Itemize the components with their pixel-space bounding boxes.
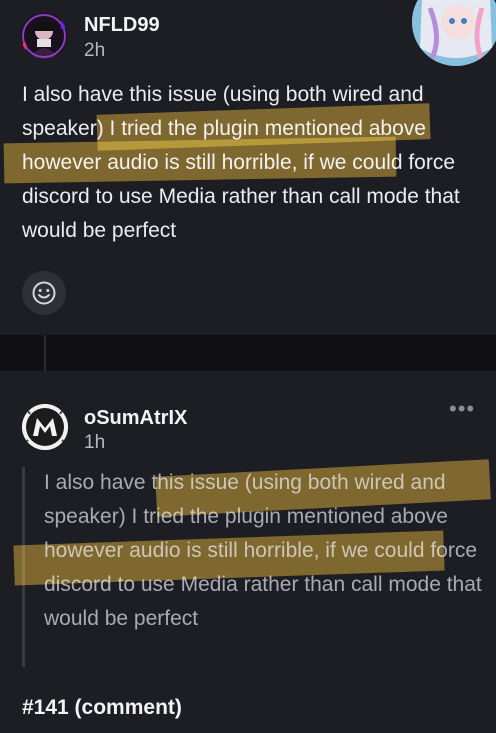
avatar[interactable] xyxy=(412,0,496,66)
add-reaction-button[interactable] xyxy=(22,271,66,315)
smile-icon xyxy=(32,281,56,305)
avatar[interactable] xyxy=(21,13,67,59)
quoted-text: I also have this issue (using both wired… xyxy=(44,471,482,630)
timeline-line xyxy=(44,335,46,371)
thread-separator xyxy=(0,335,496,371)
timestamp: 1h xyxy=(84,432,106,453)
username[interactable]: oSumAtrIX xyxy=(84,407,187,430)
username[interactable]: NFLD99 xyxy=(84,14,160,37)
more-icon[interactable]: ••• xyxy=(449,398,475,420)
comment-body: I also have this issue (using both wired… xyxy=(22,83,460,242)
quote-bar xyxy=(22,467,25,667)
timestamp: 2h xyxy=(84,40,106,61)
issue-link[interactable]: #141 (comment) xyxy=(22,696,182,720)
comment-card: NFLD99 2h I also have this issue (using … xyxy=(0,0,496,335)
avatar[interactable] xyxy=(22,404,68,450)
